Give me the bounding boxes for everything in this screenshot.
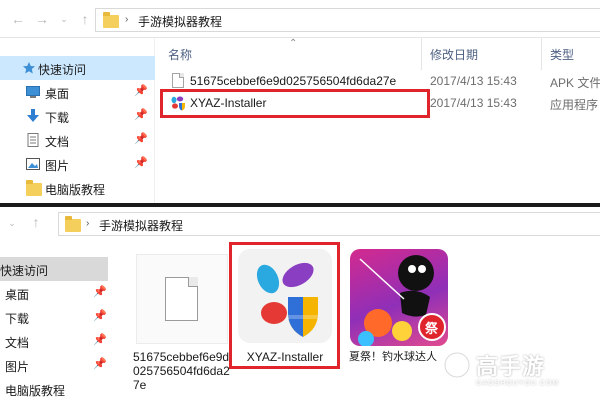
- pin-icon[interactable]: 📌: [93, 357, 107, 370]
- file-tile-apk[interactable]: [136, 254, 228, 344]
- star-icon: [23, 62, 35, 74]
- nav-item-label: 文档: [45, 135, 70, 149]
- nav-item-tutorial-folder[interactable]: 电脑版教程: [0, 377, 108, 400]
- pin-icon[interactable]: 📌: [93, 309, 107, 322]
- nav-item-desktop[interactable]: 桌面 📌: [0, 80, 155, 104]
- gaoshouyou-logo-icon: [443, 351, 471, 379]
- breadcrumb-separator-icon[interactable]: ›: [125, 14, 128, 25]
- pin-icon[interactable]: 📌: [134, 108, 148, 121]
- back-arrow-icon[interactable]: ←: [10, 11, 26, 27]
- file-name: 51675cebbef6e9d025756504fd6da27e: [190, 74, 397, 88]
- column-header-name[interactable]: 名称: [168, 46, 192, 63]
- pin-icon[interactable]: 📌: [134, 156, 148, 169]
- nav-item-label: 下载: [5, 312, 30, 326]
- picture-icon: [26, 158, 40, 170]
- file-type: APK 文件: [550, 76, 600, 90]
- bottom-address-bar: ⌄ ↑ › 手游模拟器教程: [0, 207, 600, 243]
- pin-icon[interactable]: 📌: [134, 84, 148, 97]
- pin-icon[interactable]: 📌: [134, 132, 148, 145]
- top-address-bar: ← → ⌄ ↑ › 手游模拟器教程: [0, 0, 600, 38]
- top-navigation-pane: 快速访问 桌面 📌 下载 📌 文档 📌 图片 📌 电脑版教程: [0, 38, 155, 205]
- column-header-date[interactable]: 修改日期: [430, 46, 478, 63]
- nav-item-label: 图片: [5, 360, 30, 374]
- column-divider[interactable]: [541, 38, 542, 70]
- breadcrumb-separator-icon[interactable]: ›: [86, 218, 89, 229]
- watermark-title: 高手游: [476, 354, 546, 379]
- file-date: 2017/4/13 15:43: [430, 96, 517, 110]
- highlight-box: [160, 89, 430, 118]
- file-type: 应用程序: [550, 98, 599, 112]
- recent-locations-chevron-icon[interactable]: ⌄: [56, 11, 72, 27]
- nav-item-documents[interactable]: 文档 📌: [0, 329, 108, 353]
- bottom-navigation-pane: 快速访问 桌面 📌 下载 📌 文档 📌 图片 📌 电脑版教程: [0, 243, 108, 400]
- watermark-logo: 高手游 GAOSHOUYOU.COM: [440, 347, 560, 399]
- game-badge: 祭: [425, 321, 439, 336]
- column-divider[interactable]: [421, 38, 422, 70]
- file-date: 2017/4/13 15:43: [430, 74, 517, 88]
- file-icon: [172, 73, 184, 88]
- breadcrumb-folder[interactable]: 手游模拟器教程: [138, 13, 222, 30]
- top-address-box[interactable]: › 手游模拟器教程: [95, 8, 600, 32]
- desktop-icon: [26, 86, 40, 98]
- nav-item-downloads[interactable]: 下载 📌: [0, 305, 108, 329]
- breadcrumb-folder[interactable]: 手游模拟器教程: [99, 217, 183, 234]
- nav-item-tutorial-folder[interactable]: 电脑版教程: [0, 176, 155, 200]
- forward-arrow-icon[interactable]: →: [34, 11, 50, 27]
- nav-item-quick-access[interactable]: 快速访问: [0, 257, 108, 281]
- file-icon: [165, 277, 198, 321]
- folder-icon: [65, 216, 81, 232]
- nav-item-label: 下载: [45, 111, 70, 125]
- pin-icon[interactable]: 📌: [93, 285, 107, 298]
- nav-item-downloads[interactable]: 下载 📌: [0, 104, 155, 128]
- watermark-subtitle: GAOSHOUYOU.COM: [476, 380, 560, 387]
- top-file-list: ⌃ 名称 修改日期 类型 51675cebbef6e9d025756504fd6…: [156, 38, 600, 205]
- nav-item-desktop[interactable]: 桌面 📌: [0, 281, 108, 305]
- nav-item-label: 图片: [45, 159, 70, 173]
- recent-locations-chevron-icon[interactable]: ⌄: [4, 215, 20, 231]
- nav-item-label: 快速访问: [0, 264, 49, 278]
- nav-item-documents[interactable]: 文档 📌: [0, 128, 155, 152]
- download-icon: [27, 109, 39, 122]
- tile-label: 夏祭！钓水球达人: [349, 351, 437, 363]
- nav-item-quick-access[interactable]: 快速访问: [0, 56, 155, 80]
- pin-icon[interactable]: 📌: [93, 333, 107, 346]
- nav-item-pictures[interactable]: 图片 📌: [0, 353, 108, 377]
- nav-item-label: 电脑版教程: [5, 384, 66, 398]
- up-arrow-icon[interactable]: ↑: [77, 11, 93, 27]
- sort-ascending-icon: ⌃: [289, 38, 298, 49]
- top-explorer-window: ← → ⌄ ↑ › 手游模拟器教程 快速访问 桌面 📌 下载 📌 文档 📌 图片…: [0, 0, 600, 205]
- document-icon: [27, 133, 39, 147]
- game-icon[interactable]: 祭: [350, 249, 448, 346]
- nav-item-label: 电脑版教程: [45, 183, 106, 197]
- bottom-address-box[interactable]: › 手游模拟器教程: [58, 212, 600, 236]
- nav-item-label: 快速访问: [38, 63, 87, 77]
- nav-item-label: 桌面: [5, 288, 30, 302]
- folder-icon: [103, 12, 119, 28]
- tile-label: 51675cebbef6e9d025756504fd6da27e: [133, 350, 230, 392]
- bottom-explorer-window: ⌄ ↑ › 手游模拟器教程 快速访问 桌面 📌 下载 📌 文档 📌 图片 📌 电…: [0, 207, 600, 400]
- nav-item-label: 文档: [5, 336, 30, 350]
- nav-item-pictures[interactable]: 图片 📌: [0, 152, 155, 176]
- nav-item-label: 桌面: [45, 87, 70, 101]
- folder-icon: [26, 180, 42, 196]
- highlight-box: [229, 242, 340, 369]
- column-header-type[interactable]: 类型: [550, 46, 574, 63]
- up-arrow-icon[interactable]: ↑: [28, 214, 44, 230]
